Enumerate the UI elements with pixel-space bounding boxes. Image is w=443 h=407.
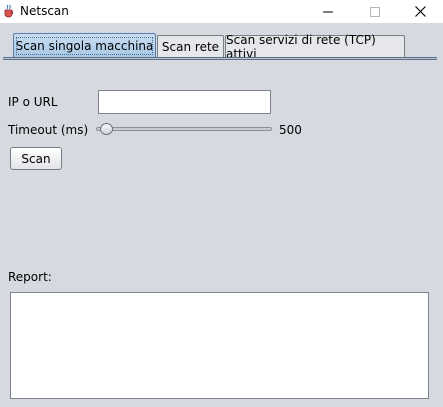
report-label: Report:: [8, 270, 52, 284]
close-icon: [415, 6, 426, 17]
tab-scan-rete[interactable]: Scan rete: [157, 35, 224, 57]
window-title: Netscan: [20, 4, 69, 18]
timeout-slider-thumb[interactable]: [100, 123, 113, 135]
maximize-icon: [369, 6, 380, 17]
ip-url-input[interactable]: [98, 90, 271, 114]
tab-label: Scan singola macchina: [15, 38, 154, 53]
scan-button[interactable]: Scan: [10, 147, 62, 170]
timeout-value: 500: [279, 123, 302, 137]
close-button[interactable]: [398, 0, 443, 23]
minimize-button[interactable]: [305, 0, 350, 23]
timeout-label: Timeout (ms): [8, 123, 89, 137]
ip-label: IP o URL: [8, 95, 58, 109]
tab-divider: [3, 57, 437, 60]
maximize-button[interactable]: [352, 0, 397, 23]
title-bar: Netscan: [0, 0, 443, 23]
timeout-slider-track[interactable]: [96, 127, 272, 131]
report-textarea[interactable]: [10, 292, 429, 399]
tab-label: Scan rete: [161, 39, 220, 54]
minimize-icon: [322, 11, 333, 12]
tab-scan-singola-macchina[interactable]: Scan singola macchina: [13, 33, 156, 57]
java-cup-icon: [3, 4, 16, 18]
tab-scan-servizi[interactable]: Scan servizi di rete (TCP) attivi: [225, 33, 405, 61]
